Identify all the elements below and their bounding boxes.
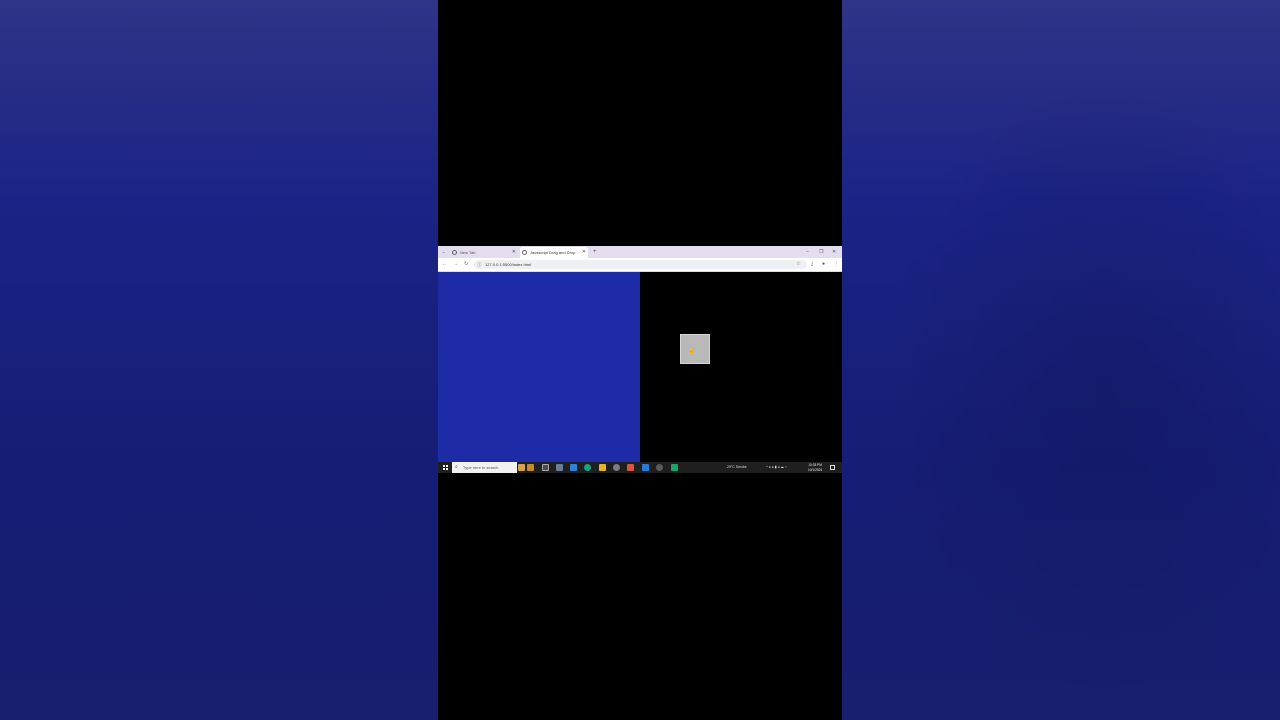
tab-favicon-icon [452, 250, 457, 256]
edge-icon[interactable] [584, 464, 591, 471]
close-window-icon[interactable]: ✕ [832, 246, 836, 258]
drop-zone-left[interactable] [438, 272, 640, 462]
weather-status[interactable]: 29°C Smoke [727, 462, 747, 473]
reload-icon[interactable]: ↻ [464, 258, 468, 271]
tab-close-icon[interactable]: ✕ [512, 247, 516, 258]
folder-icon[interactable] [599, 464, 606, 471]
tab-bar: ⌄ New Tab ✕ Javascript Drag and Drop ✕ +… [438, 246, 842, 258]
site-info-icon[interactable]: ⓘ [477, 260, 482, 269]
clock-date: 10/1/2024 [808, 467, 823, 472]
search-icon: ⌕ [455, 464, 458, 470]
clock-time: 10:33 PM [808, 463, 822, 467]
tab-title: New Tab [460, 250, 476, 255]
app-icon-3[interactable] [627, 464, 634, 471]
app-icon-4[interactable] [671, 464, 678, 471]
back-icon[interactable]: ← [442, 258, 447, 271]
tab-search-icon[interactable]: ⌄ [442, 246, 445, 258]
vscode-icon[interactable] [642, 464, 649, 471]
star-icon[interactable]: ☆ [796, 258, 800, 271]
clock[interactable]: 10:33 PM 10/1/2024 [808, 463, 822, 472]
restore-icon[interactable]: ❐ [819, 246, 823, 258]
address-bar[interactable]: ⓘ 127.0.0.1:5500/index.html [474, 260, 807, 269]
browser-window: ⌄ New Tab ✕ Javascript Drag and Drop ✕ +… [438, 246, 842, 473]
address-url[interactable]: 127.0.0.1:5500/index.html [485, 260, 531, 269]
forward-icon[interactable]: → [453, 258, 458, 271]
taskbar-search[interactable]: ⌕ Type here to search [452, 462, 517, 473]
weather-widget-icon[interactable] [527, 464, 534, 471]
background-right [842, 0, 1280, 720]
news-widget-icon[interactable] [518, 464, 525, 471]
minimize-icon[interactable]: – [806, 246, 809, 258]
profile-icon[interactable]: ● [822, 258, 825, 271]
tray-icons[interactable]: ^ ● ● ▮ ◂ ☁ ⌁ [766, 462, 787, 473]
tab-drag-and-drop[interactable]: Javascript Drag and Drop ✕ [520, 247, 588, 258]
menu-icon[interactable]: ⋮ [834, 258, 839, 271]
new-tab-button[interactable]: + [593, 246, 597, 258]
chrome-icon[interactable] [656, 464, 663, 471]
page-viewport: ☝ [438, 272, 842, 462]
draggable-box[interactable]: ☝ [680, 334, 710, 364]
tab-new-tab[interactable]: New Tab ✕ [450, 247, 518, 258]
task-view-icon[interactable] [542, 464, 549, 471]
video-frame: ⌄ New Tab ✕ Javascript Drag and Drop ✕ +… [438, 0, 842, 720]
notification-icon[interactable] [830, 465, 835, 470]
background-left [0, 0, 438, 720]
tab-close-icon[interactable]: ✕ [582, 247, 586, 258]
file-explorer-icon[interactable] [570, 464, 577, 471]
app-icon-2[interactable] [613, 464, 620, 471]
drop-zone-right[interactable]: ☝ [640, 272, 842, 462]
taskbar: ⌕ Type here to search 29°C Smoke ^ ● ● ▮… [438, 462, 842, 473]
windows-start-icon[interactable] [443, 465, 448, 470]
tab-favicon-icon [522, 250, 527, 256]
tab-title: Javascript Drag and Drop [530, 250, 576, 255]
download-icon[interactable]: ⤓ [811, 258, 813, 271]
browser-toolbar: ← → ↻ ⓘ 127.0.0.1:5500/index.html ☆ ⤓ ● … [438, 258, 842, 272]
app-icon-1[interactable] [556, 464, 563, 471]
search-placeholder: Type here to search [463, 465, 499, 470]
hand-cursor-icon: ☝ [688, 349, 696, 355]
